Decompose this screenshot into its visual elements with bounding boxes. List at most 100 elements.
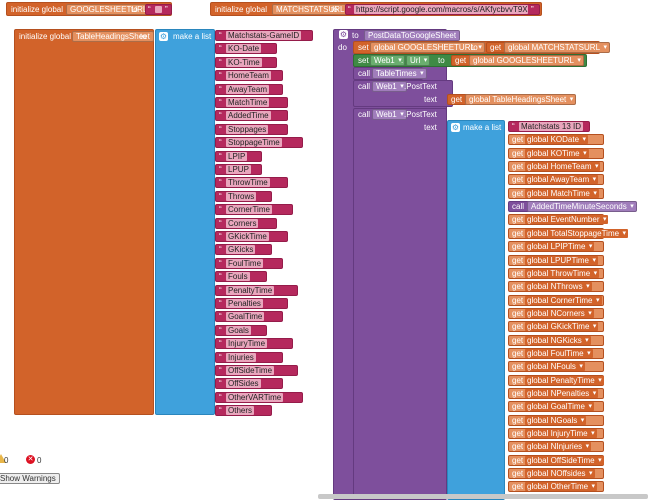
heading-item[interactable]: “GKicks	[215, 244, 273, 256]
heading-text[interactable]: CornerTime	[226, 205, 272, 215]
tabletimes-dropdown[interactable]: TableTimes	[372, 68, 427, 79]
list-item-get[interactable]: get global FoulTime	[508, 347, 604, 359]
heading-item[interactable]: “PenaltyTime	[215, 284, 299, 296]
show-warnings-button[interactable]: Show Warnings	[0, 473, 60, 484]
heading-text[interactable]: GKickTime	[226, 232, 269, 241]
heading-item[interactable]: “KO-Date	[215, 43, 278, 55]
mutator-gear-icon[interactable]: ⚙	[159, 32, 168, 41]
heading-text[interactable]: PenaltyTime	[226, 285, 275, 295]
get-variable-dropdown[interactable]: global NGoals	[525, 415, 587, 425]
heading-text[interactable]: Injuries	[226, 352, 256, 362]
list-item-get[interactable]: get global AwayTeam	[508, 174, 604, 186]
item-text[interactable]: Matchstats 13 ID	[519, 122, 584, 131]
heading-text[interactable]: ThrowTime	[226, 178, 270, 188]
workspace-scrollbar[interactable]	[318, 494, 648, 499]
heading-item[interactable]: “FoulTime	[215, 257, 283, 269]
mutator-gear-icon[interactable]: ⚙	[451, 123, 460, 132]
heading-text[interactable]: GoalTime	[226, 312, 265, 322]
list-item-get[interactable]: get global NInjuries	[508, 441, 604, 453]
list-item-get[interactable]: get global EventNumber	[508, 214, 609, 226]
set-global-sheeturl-block[interactable]: set global GOOGLESHEETURL to get global …	[353, 41, 611, 54]
heading-text[interactable]: OtherVARTime	[226, 392, 284, 402]
heading-item[interactable]: “Goals	[215, 324, 267, 336]
list-item-get[interactable]: get global TotalStoppageTime	[508, 227, 629, 239]
list-item-get[interactable]: get global NCorners	[508, 307, 604, 319]
procedure-name-field[interactable]: PostDataToGoogleSheet	[364, 30, 461, 41]
heading-text[interactable]: LPUP	[226, 165, 251, 174]
get-variable-dropdown[interactable]: global KODate	[525, 135, 589, 145]
get-variable-dropdown[interactable]: global CornerTime	[525, 295, 602, 305]
call-posttext-stats-block[interactable]: call Web1 .PostText text	[353, 108, 447, 500]
get-variable-dropdown[interactable]: global NGKicks	[525, 335, 591, 345]
get-variable-dropdown[interactable]: global ThrowTime	[525, 268, 600, 278]
get-variable-dropdown[interactable]: global LPIPTime	[525, 242, 595, 252]
make-a-list-block[interactable]: ⚙ make a list	[155, 29, 215, 415]
list-item-get[interactable]: get global HomeTeam	[508, 161, 604, 173]
heading-text[interactable]: FoulTime	[226, 258, 264, 268]
init-global-googlesheeturl-block[interactable]: initialize global GOOGLESHEETURL to “ ”	[6, 2, 172, 16]
heading-item[interactable]: “GKickTime	[215, 231, 288, 242]
heading-item[interactable]: “StoppageTime	[215, 137, 304, 149]
get-variable-dropdown[interactable]: global NThrows	[525, 282, 592, 292]
list-item-get[interactable]: get global LPUPTime	[508, 254, 604, 266]
heading-item[interactable]: “OffSides	[215, 378, 283, 390]
get-variable-dropdown[interactable]: global HomeTeam	[525, 162, 601, 172]
heading-text[interactable]: OffSides	[226, 379, 261, 389]
heading-text[interactable]: StoppageTime	[226, 138, 282, 148]
match-url-value[interactable]: https://script.google.com/macros/s/AKfyc…	[354, 5, 528, 14]
list-item-get[interactable]: get global MatchTime	[508, 187, 604, 199]
heading-item[interactable]: “MatchTime	[215, 97, 288, 108]
get-variable-dropdown[interactable]: global GKickTime	[525, 322, 599, 332]
heading-item[interactable]: “GoalTime	[215, 311, 283, 323]
heading-item[interactable]: “KO-Time	[215, 56, 278, 68]
list-item-get[interactable]: get global KODate	[508, 134, 604, 146]
set-variable-dropdown[interactable]: global GOOGLESHEETURL	[370, 42, 485, 53]
web-component-dropdown[interactable]: Web1	[372, 109, 407, 120]
call-posttext-headings-block[interactable]: call Web1 .PostText text	[353, 80, 453, 107]
url-text-block[interactable]: “ https://script.google.com/macros/s/AKf…	[345, 4, 540, 15]
init-global-tableheadings-block[interactable]: initialize global TableHeadingsSheet to	[14, 29, 154, 415]
heading-item[interactable]: “Others	[215, 405, 273, 417]
heading-text[interactable]: OffSideTime	[226, 366, 275, 375]
get-variable-dropdown[interactable]: global NInjuries	[525, 442, 592, 452]
heading-text[interactable]: Penalties	[226, 299, 263, 308]
get-variable-dropdown[interactable]: global LPUPTime	[525, 255, 598, 265]
heading-item[interactable]: “Throws	[215, 190, 273, 202]
get-variable-dropdown[interactable]: global GOOGLESHEETURL	[469, 55, 584, 66]
heading-text[interactable]: Goals	[226, 325, 251, 335]
list-item-get[interactable]: get global NPenalties	[508, 388, 604, 399]
heading-item[interactable]: “OffSideTime	[215, 365, 299, 376]
list-item-get[interactable]: get global NOffsides	[508, 468, 604, 480]
get-variable-dropdown[interactable]: global NCorners	[525, 308, 594, 318]
get-variable-dropdown[interactable]: global GoalTime	[525, 402, 594, 412]
heading-text[interactable]: Stoppages	[226, 124, 269, 134]
list-item-get[interactable]: get global OtherTime	[508, 481, 604, 493]
get-variable-dropdown[interactable]: global KOTime	[525, 148, 589, 158]
heading-item[interactable]: “InjuryTime	[215, 338, 293, 350]
get-variable-dropdown[interactable]: global OffSideTime	[525, 455, 604, 465]
procedure-gear-icon[interactable]: ⚙	[339, 30, 348, 39]
list-item-get[interactable]: get global NGoals	[508, 414, 604, 426]
get-variable-dropdown[interactable]: global MATCHSTATSURL	[504, 42, 611, 53]
heading-text[interactable]: HomeTeam	[226, 71, 271, 81]
call-added-time-block[interactable]: call AddedTimeMinuteSeconds	[508, 201, 637, 213]
web-component-dropdown[interactable]: Web1	[372, 81, 407, 92]
list-item-get[interactable]: get global GoalTime	[508, 401, 604, 413]
heading-text[interactable]: Fouls	[226, 272, 250, 282]
procedure-dropdown[interactable]: AddedTimeMinuteSeconds	[527, 201, 637, 213]
list-item-get[interactable]: get global ThrowTime	[508, 267, 604, 279]
googlesheeturl-name-field[interactable]: GOOGLESHEETURL	[66, 4, 152, 15]
list-item-get[interactable]: get global NThrows	[508, 281, 604, 293]
heading-text[interactable]: AddedTime	[226, 111, 271, 121]
get-matchstatsurl-block[interactable]: get global MATCHSTATSURL	[486, 42, 611, 53]
list-item-get[interactable]: get global LPIPTime	[508, 241, 604, 253]
call-tabletimes-block[interactable]: call TableTimes	[353, 67, 427, 80]
heading-item[interactable]: “Injuries	[215, 351, 283, 363]
get-variable-dropdown[interactable]: global NPenalties	[525, 389, 599, 398]
heading-text[interactable]: KO-Time	[226, 57, 262, 67]
get-variable-dropdown[interactable]: global InjuryTime	[525, 429, 597, 439]
heading-text[interactable]: Matchstats-GameID	[226, 31, 302, 40]
get-variable-dropdown[interactable]: global NOffsides	[525, 469, 595, 479]
list-item-get[interactable]: get global PenaltyTime	[508, 374, 604, 386]
list-item-get[interactable]: get global CornerTime	[508, 294, 604, 306]
